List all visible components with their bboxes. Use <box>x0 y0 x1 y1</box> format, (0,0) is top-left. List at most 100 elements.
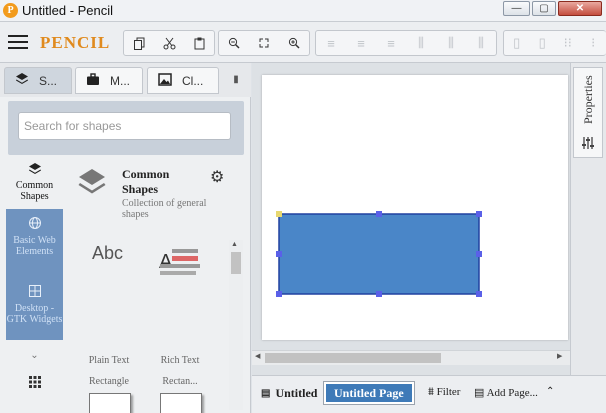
align-group: ≡ ≡ ≡ ⫼ ⫼ ⫼ <box>315 30 497 56</box>
zoom-out-icon[interactable] <box>219 31 249 55</box>
shapes-area: Common Shapes Collection of general shap… <box>70 158 245 413</box>
scroll-thumb[interactable] <box>231 252 241 274</box>
page-tab-label: Untitled <box>275 385 318 400</box>
chevron-down-icon[interactable]: ⌄ <box>6 350 63 361</box>
filter-label: Filter <box>436 386 461 398</box>
drawing-page[interactable] <box>262 75 568 340</box>
category-label: Common Shapes <box>15 180 54 202</box>
canvas-horizontal-scrollbar[interactable]: ◀ ▶ <box>252 350 570 365</box>
add-page-icon: ▤ <box>474 387 485 399</box>
page-tab-label: Untitled Page <box>334 385 404 400</box>
scroll-right-icon[interactable]: ▶ <box>557 352 562 360</box>
category-desktop-gtk[interactable]: Desktop - GTK Widgets <box>6 284 63 325</box>
search-area <box>8 101 244 155</box>
canvas-area <box>252 63 570 375</box>
tab-clipart-label: Cl... <box>182 73 204 88</box>
shape-label: Rectangle <box>89 376 129 387</box>
align-middle-icon[interactable]: ⫼ <box>436 31 466 55</box>
left-panel: S... M... Cl... ▮ Common Shapes <box>0 63 251 413</box>
group-icon[interactable]: ⁝⁝ <box>555 31 581 55</box>
resize-handle[interactable] <box>276 291 282 297</box>
selected-rectangle[interactable] <box>278 213 480 295</box>
align-top-icon[interactable]: ⫼ <box>406 31 436 55</box>
plain-text-preview[interactable]: Abc <box>92 243 123 264</box>
add-page-label: Add Page... <box>486 387 538 399</box>
shape-label: Rectan... <box>162 376 198 387</box>
canvas-shapes <box>276 211 482 297</box>
category-label: Basic Web Elements <box>13 235 56 257</box>
chevron-up-icon[interactable]: ⌃ <box>546 386 554 397</box>
page-tab-untitled-page[interactable]: Untitled Page <box>323 381 415 405</box>
ungroup-icon[interactable]: ⁝ <box>581 31 606 55</box>
image-icon <box>158 72 174 89</box>
shapes-scrollbar[interactable]: ▲ <box>229 240 243 410</box>
gear-icon[interactable]: ⚙ <box>210 167 224 187</box>
resize-handle[interactable] <box>276 211 282 217</box>
properties-label: Properties <box>581 75 595 124</box>
layers-icon <box>15 72 31 89</box>
search-input[interactable] <box>18 112 231 140</box>
layers-icon <box>6 162 63 177</box>
tab-clipart[interactable]: Cl... <box>147 67 219 94</box>
fit-screen-icon[interactable] <box>249 31 279 55</box>
category-list: Common Shapes Basic Web Elements Desktop… <box>6 158 63 413</box>
minimize-button[interactable]: — <box>503 1 530 16</box>
paste-icon[interactable] <box>184 31 214 55</box>
align-right-icon[interactable]: ≡ <box>376 31 406 55</box>
filter-icon: ⩩ <box>428 386 434 398</box>
page-tab-untitled[interactable]: ▤ Untitled <box>261 382 317 404</box>
briefcase-icon <box>86 72 102 89</box>
pin-icon[interactable]: ▮ <box>226 70 246 90</box>
resize-handle[interactable] <box>376 291 382 297</box>
bring-front-icon[interactable]: ▯ <box>504 31 530 55</box>
tab-shapes-label: S... <box>39 73 58 88</box>
filter-button[interactable]: ⩩ Filter <box>428 386 460 399</box>
category-label: Desktop - GTK Widgets <box>6 303 63 325</box>
category-common-shapes[interactable]: Common Shapes <box>6 162 63 202</box>
cut-icon[interactable] <box>154 31 184 55</box>
add-page-button[interactable]: ▤ Add Page... <box>474 386 538 399</box>
scroll-thumb[interactable] <box>265 353 441 363</box>
panel-tabs: S... M... Cl... ▮ <box>0 63 251 97</box>
rectangle-shape-alt[interactable] <box>160 393 202 413</box>
close-button[interactable]: ✕ <box>558 1 602 16</box>
resize-handle[interactable] <box>476 291 482 297</box>
arrange-group: ▯ ▯ ⁝⁝ ⁝ <box>503 30 606 56</box>
tab-shapes[interactable]: S... <box>4 67 72 94</box>
copy-icon[interactable] <box>124 31 154 55</box>
resize-handle[interactable] <box>376 211 382 217</box>
send-back-icon[interactable]: ▯ <box>530 31 556 55</box>
sliders-icon <box>581 136 595 153</box>
page-icon: ▤ <box>261 387 271 399</box>
globe-icon <box>6 216 63 232</box>
align-bottom-icon[interactable]: ⫼ <box>466 31 496 55</box>
rectangle-shape[interactable] <box>89 393 131 413</box>
clipboard-group <box>123 30 215 56</box>
library-description: Collection of general shapes <box>122 198 207 220</box>
scroll-up-icon[interactable]: ▲ <box>231 241 238 248</box>
align-left-icon[interactable]: ≡ <box>316 31 346 55</box>
rich-text-preview[interactable]: A <box>159 246 209 284</box>
shape-label: Plain Text <box>88 355 130 366</box>
resize-handle[interactable] <box>476 251 482 257</box>
right-panel: Properties <box>570 63 606 375</box>
maximize-button[interactable]: ▢ <box>532 1 556 16</box>
app-logo: PENCIL <box>40 33 111 52</box>
window-title: Untitled - Pencil <box>22 3 114 18</box>
menu-icon[interactable] <box>8 35 28 49</box>
shape-label: Rich Text <box>160 355 200 366</box>
properties-tab[interactable]: Properties <box>573 67 603 158</box>
category-basic-web[interactable]: Basic Web Elements <box>6 216 63 257</box>
main-toolbar: PENCIL ≡ ≡ ≡ ⫼ ⫼ ⫼ ▯ ▯ ⁝⁝ ⁝ <box>0 22 606 63</box>
library-title: Common Shapes <box>122 167 170 196</box>
apps-grid-icon[interactable] <box>6 376 63 391</box>
resize-handle[interactable] <box>476 211 482 217</box>
resize-handle[interactable] <box>276 251 282 257</box>
zoom-in-icon[interactable] <box>279 31 309 55</box>
tab-my-collections[interactable]: M... <box>75 67 143 94</box>
grid-window-icon <box>6 284 63 300</box>
zoom-group <box>218 30 310 56</box>
svg-text:A: A <box>159 251 173 273</box>
align-center-icon[interactable]: ≡ <box>346 31 376 55</box>
scroll-left-icon[interactable]: ◀ <box>255 352 260 360</box>
